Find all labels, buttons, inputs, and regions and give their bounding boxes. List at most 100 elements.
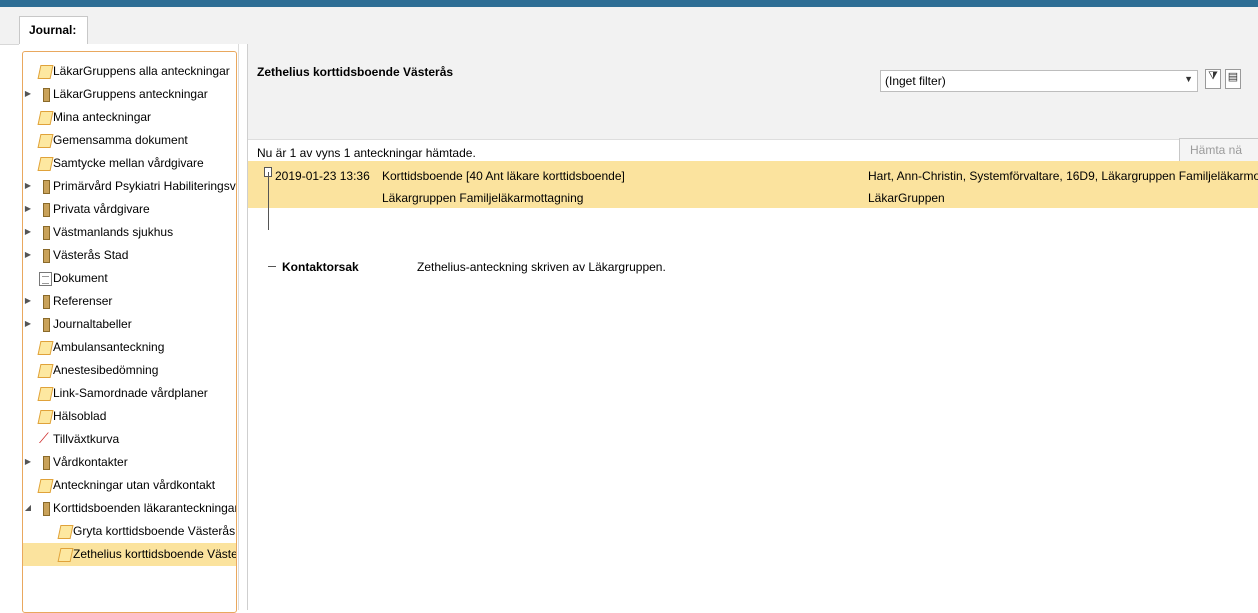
tree-item[interactable]: Mina anteckningar	[23, 106, 236, 129]
expand-arrow-icon[interactable]: ▶	[23, 451, 33, 473]
tab-strip: Journal:	[0, 7, 1258, 45]
expand-arrow-icon[interactable]: ▶	[23, 198, 33, 220]
expand-arrow-icon[interactable]: ▶	[23, 290, 33, 312]
tree-item-label: Gemensamma dokument	[53, 133, 188, 147]
document-view-icon[interactable]: ▤	[1225, 69, 1241, 89]
expand-arrow-icon[interactable]: ▶	[23, 221, 33, 243]
folder-open-icon	[37, 410, 54, 424]
folder-closed-icon	[43, 180, 50, 194]
tree-item-label: Västerås Stad	[53, 248, 129, 262]
tree-item[interactable]: Hälsoblad	[23, 405, 236, 428]
growth-chart-icon: ⟋	[39, 430, 49, 446]
tree-item-label: Samtycke mellan vårdgivare	[53, 156, 204, 170]
tree-item[interactable]: Samtycke mellan vårdgivare	[23, 152, 236, 175]
notes-header	[248, 44, 1258, 140]
tree-item-label: Ambulansanteckning	[53, 340, 165, 354]
page-title: Zethelius korttidsboende Västerås	[257, 65, 454, 79]
tree-item-label: Privata vårdgivare	[53, 202, 150, 216]
tree-item[interactable]: ◢ Korttidsboenden läkaranteckningar	[23, 497, 236, 520]
folder-open-icon	[37, 65, 54, 79]
tree-item-label: Hälsoblad	[53, 409, 107, 423]
contact-reason-label: Kontaktorsak	[282, 260, 359, 274]
pane-splitter[interactable]	[238, 44, 247, 610]
tab-journal[interactable]: Journal:	[19, 16, 88, 44]
tree-item-label: Västmanlands sjukhus	[53, 225, 174, 239]
tree-item[interactable]: ▶ Journaltabeller	[23, 313, 236, 336]
folder-open-icon	[37, 341, 54, 355]
expand-arrow-icon[interactable]: ◢	[23, 497, 33, 519]
tree-item-label: Zethelius korttidsboende Västerås	[73, 547, 237, 561]
note-author: Hart, Ann-Christin, Systemförvaltare, 16…	[868, 169, 1258, 183]
folder-open-icon	[37, 364, 54, 378]
tree-item[interactable]: Anestesibedömning	[23, 359, 236, 382]
journal-tree-panel: LäkarGruppens alla anteckningar ▶ LäkarGru…	[22, 51, 237, 613]
folder-open-icon	[37, 134, 54, 148]
tree-item[interactable]: Ambulansanteckning	[23, 336, 236, 359]
tree-item[interactable]: Gryta korttidsboende Västerås	[23, 520, 236, 543]
expand-arrow-icon[interactable]: ▶	[23, 83, 33, 105]
folder-closed-icon	[43, 203, 50, 217]
expand-arrow-icon[interactable]: ▶	[23, 244, 33, 266]
tree-item-label: Anteckningar utan vårdkontakt	[53, 478, 216, 492]
folder-closed-icon	[43, 456, 50, 470]
tree-item-label: Korttidsboenden läkaranteckningar	[53, 501, 237, 515]
tree-item[interactable]: ▶ Referenser	[23, 290, 236, 313]
folder-closed-icon	[43, 502, 50, 516]
filter-select[interactable]: (Inget filter) ▼	[880, 70, 1198, 92]
note-datetime: 2019-01-23 13:36	[275, 169, 370, 183]
tree-item-label: LäkarGruppens alla anteckningar	[53, 64, 230, 78]
journal-tree: LäkarGruppens alla anteckningar ▶ LäkarGru…	[23, 60, 236, 566]
note-group: LäkarGruppen	[868, 191, 945, 205]
notes-pane: Zethelius korttidsboende Västerås (Inget…	[247, 44, 1258, 610]
tree-item[interactable]: Gemensamma dokument	[23, 129, 236, 152]
folder-closed-icon	[43, 226, 50, 240]
expand-arrow-icon[interactable]: ▶	[23, 175, 33, 197]
folder-open-icon	[57, 525, 74, 539]
folder-closed-icon	[43, 88, 50, 102]
tree-item[interactable]: ⟋ Tillväxtkurva	[23, 428, 236, 451]
tree-item[interactable]: ▶ Västmanlands sjukhus	[23, 221, 236, 244]
note-type: Korttidsboende [40 Ant läkare korttidsbo…	[382, 169, 625, 183]
tree-item[interactable]: ▶ Vårdkontakter	[23, 451, 236, 474]
folder-open-icon	[57, 548, 74, 562]
tree-connector-branch	[268, 266, 276, 267]
tree-item[interactable]: Dokument	[23, 267, 236, 290]
chevron-down-icon[interactable]: ▼	[1184, 74, 1193, 84]
tree-item[interactable]: Zethelius korttidsboende Västerås	[23, 543, 236, 566]
tree-item[interactable]: ▶ Primärvård Psykiatri Habiliteringsverk	[23, 175, 236, 198]
tree-item[interactable]: LäkarGruppens alla anteckningar	[23, 60, 236, 83]
journal-content: LäkarGruppens alla anteckningar ▶ LäkarGru…	[19, 44, 1258, 613]
folder-closed-icon	[43, 295, 50, 309]
tree-item-label: LäkarGruppens anteckningar	[53, 87, 208, 101]
fetch-more-button[interactable]: Hämta nä	[1179, 138, 1258, 162]
tree-item[interactable]: ▶ LäkarGruppens anteckningar	[23, 83, 236, 106]
note-unit: Läkargruppen Familjeläkarmottagning	[382, 191, 584, 205]
tree-item-label: Primärvård Psykiatri Habiliteringsverk	[53, 179, 237, 193]
contact-reason-text: Zethelius-anteckning skriven av Läkargru…	[417, 260, 666, 274]
document-icon	[39, 272, 52, 286]
expand-arrow-icon[interactable]: ▶	[23, 313, 33, 335]
tree-item-label: Gryta korttidsboende Västerås	[73, 524, 236, 538]
folder-closed-icon	[43, 249, 50, 263]
filter-icon[interactable]: ⧩	[1205, 69, 1221, 89]
tree-item[interactable]: Anteckningar utan vårdkontakt	[23, 474, 236, 497]
tree-item-label: Vårdkontakter	[53, 455, 128, 469]
folder-closed-icon	[43, 318, 50, 332]
tree-item[interactable]: ▶ Västerås Stad	[23, 244, 236, 267]
folder-open-icon	[37, 479, 54, 493]
window-top-bar	[0, 0, 1258, 7]
tree-item-label: Dokument	[53, 271, 108, 285]
tree-item-label: Tillväxtkurva	[53, 432, 120, 446]
filter-value: (Inget filter)	[885, 74, 946, 88]
tree-connector	[268, 172, 269, 230]
tree-item-label: Link-Samordnade vårdplaner	[53, 386, 208, 400]
tree-item-label: Anestesibedömning	[53, 363, 159, 377]
note-row[interactable]: 2019-01-23 13:36 Korttidsboende [40 Ant …	[248, 161, 1258, 208]
tree-item-label: Mina anteckningar	[53, 110, 152, 124]
tree-item[interactable]: ▶ Privata vårdgivare	[23, 198, 236, 221]
tree-item-label: Journaltabeller	[53, 317, 132, 331]
folder-open-icon	[37, 387, 54, 401]
folder-open-icon	[37, 157, 54, 171]
tree-item[interactable]: Link-Samordnade vårdplaner	[23, 382, 236, 405]
fetch-status-text: Nu är 1 av vyns 1 anteckningar hämtade.	[257, 146, 476, 160]
